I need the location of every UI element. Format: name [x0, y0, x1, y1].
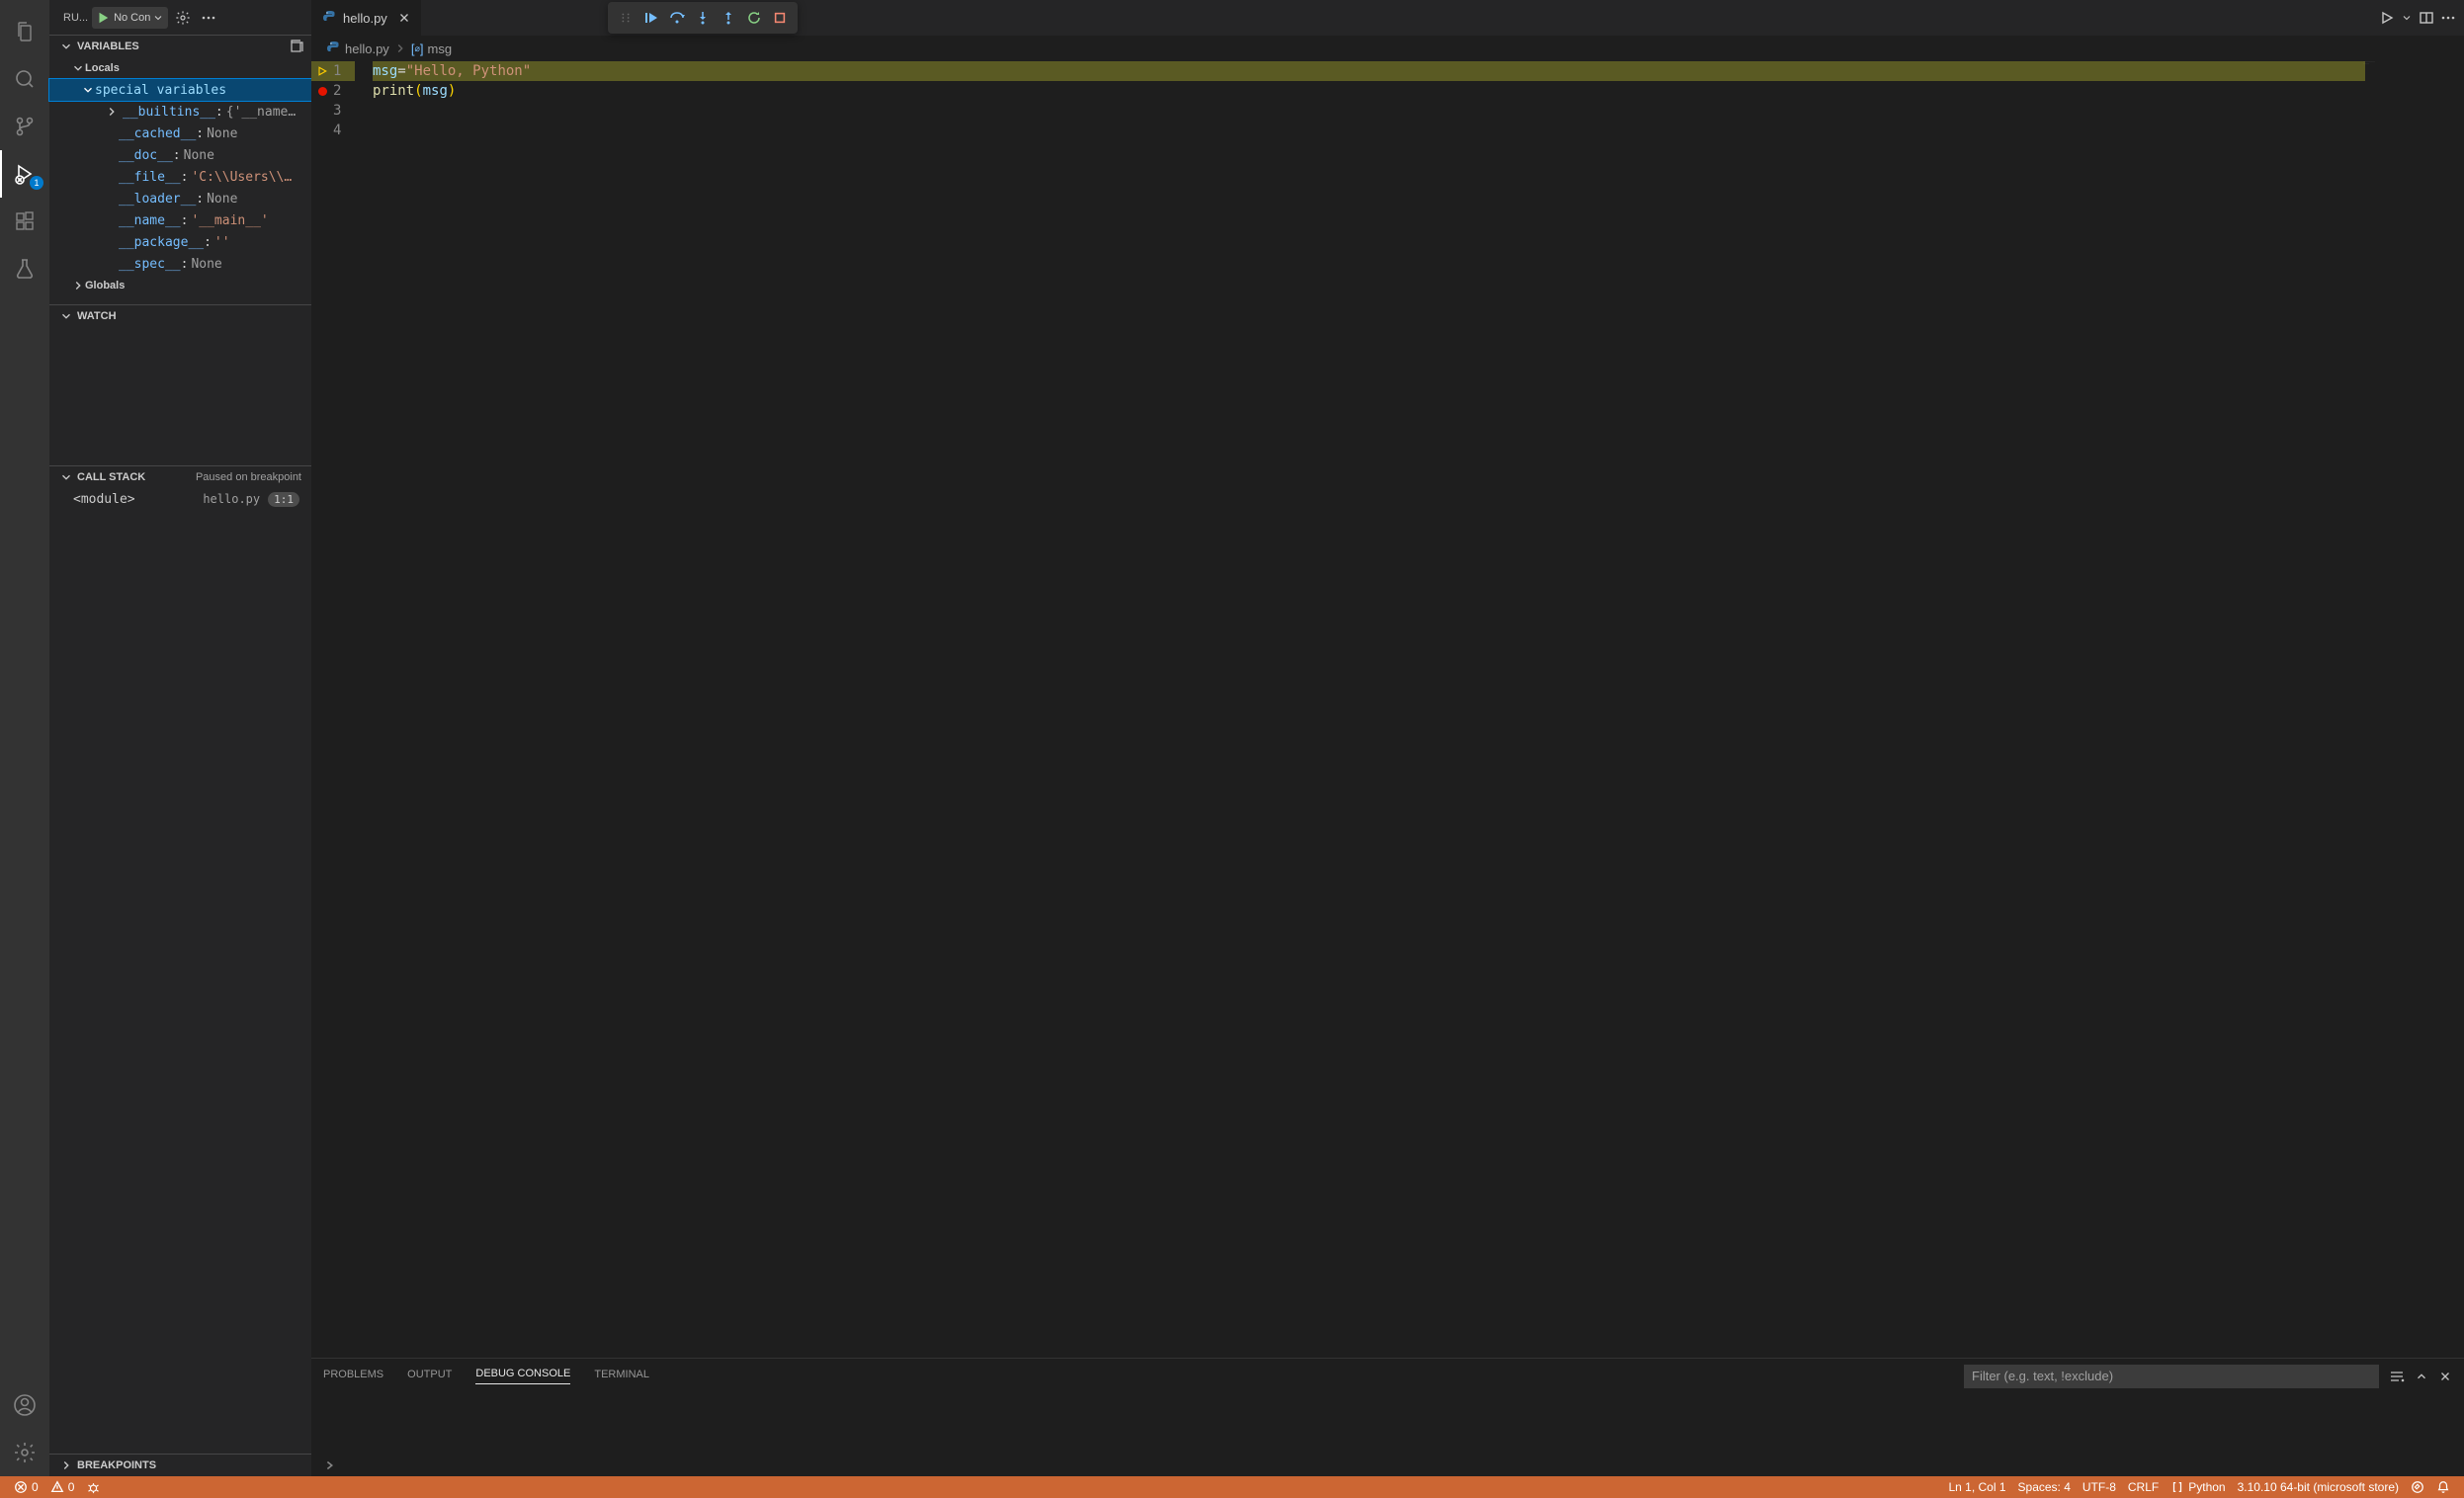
close-icon[interactable] — [397, 11, 411, 25]
stack-frame[interactable]: <module> hello.py 1:1 — [49, 488, 311, 510]
chevron-right-icon — [59, 1458, 73, 1472]
status-lncol[interactable]: Ln 1, Col 1 — [1942, 1480, 2011, 1494]
callstack-status: Paused on breakpoint — [196, 471, 301, 483]
panel: PROBLEMS OUTPUT DEBUG CONSOLE TERMINAL — [311, 1358, 2464, 1476]
chevron-down-icon — [71, 61, 85, 75]
extensions-icon[interactable] — [0, 198, 49, 245]
execution-pointer-icon — [316, 65, 328, 77]
scope-globals[interactable]: Globals — [49, 275, 311, 296]
status-warnings[interactable]: 0 — [44, 1476, 81, 1498]
debug-toolbar[interactable] — [608, 2, 798, 34]
status-bar: 0 0 Ln 1, Col 1 Spaces: 4 UTF-8 CRLF Pyt… — [0, 1476, 2464, 1498]
activity-bar: 1 — [0, 0, 49, 1476]
debug-sidebar: RU... No Con VARIABLES Locals s — [49, 0, 311, 1476]
var-loader[interactable]: __loader__:None — [49, 188, 311, 209]
more-icon[interactable] — [198, 7, 219, 29]
watch-body — [49, 327, 311, 465]
status-eol[interactable]: CRLF — [2122, 1480, 2165, 1494]
callstack-section-header[interactable]: CALL STACK Paused on breakpoint — [49, 466, 311, 488]
step-over-button[interactable] — [665, 6, 689, 30]
status-errors[interactable]: 0 — [8, 1476, 44, 1498]
chevron-down-icon — [81, 83, 95, 97]
var-cached[interactable]: __cached__:None — [49, 123, 311, 144]
run-icon[interactable] — [2379, 10, 2395, 26]
step-out-button[interactable] — [717, 6, 740, 30]
step-into-button[interactable] — [691, 6, 715, 30]
play-icon — [96, 11, 110, 25]
run-config-dropdown[interactable]: No Con — [92, 7, 168, 29]
variable-symbol-icon: [⌀] — [411, 42, 424, 56]
status-interpreter[interactable]: 3.10.10 64-bit (microsoft store) — [2232, 1480, 2405, 1494]
status-language[interactable]: Python — [2165, 1480, 2231, 1494]
python-file-icon — [325, 41, 341, 56]
split-editor-icon[interactable] — [2419, 10, 2434, 26]
run-debug-icon[interactable]: 1 — [0, 150, 49, 198]
var-name[interactable]: __name__:'__main__' — [49, 209, 311, 231]
debug-badge: 1 — [30, 176, 43, 190]
chevron-down-icon[interactable] — [2401, 12, 2413, 24]
watch-section-header[interactable]: WATCH — [49, 305, 311, 327]
chevron-down-icon — [59, 40, 73, 53]
chevron-down-icon — [59, 309, 73, 323]
variables-section-header[interactable]: VARIABLES — [49, 36, 311, 57]
status-bell-icon[interactable] — [2430, 1480, 2456, 1494]
python-file-icon — [321, 10, 337, 26]
breakpoint-icon[interactable] — [318, 87, 327, 96]
var-package[interactable]: __package__:'' — [49, 231, 311, 253]
chevron-down-icon — [152, 12, 164, 24]
editor-body[interactable]: 1 2 3 4 msg = "Hello, Python" print(msg)… — [311, 61, 2464, 1358]
var-file[interactable]: __file__:'C:\\Users\\… — [49, 166, 311, 188]
continue-button[interactable] — [639, 6, 663, 30]
tab-debug-console[interactable]: DEBUG CONSOLE — [475, 1368, 570, 1384]
more-icon[interactable] — [2440, 10, 2456, 26]
clear-console-icon[interactable] — [2389, 1369, 2405, 1384]
status-debug-icon[interactable] — [80, 1476, 107, 1498]
scope-locals[interactable]: Locals — [49, 57, 311, 79]
restart-button[interactable] — [742, 6, 766, 30]
chevron-up-icon[interactable] — [2415, 1370, 2428, 1383]
close-panel-icon[interactable] — [2438, 1370, 2452, 1383]
chevron-right-icon — [71, 279, 85, 292]
editor-area: hello.py hello.py [⌀] msg — [311, 0, 2464, 1476]
tab-output[interactable]: OUTPUT — [407, 1369, 452, 1384]
sidebar-title: RU... — [63, 12, 88, 24]
stop-button[interactable] — [768, 6, 792, 30]
settings-gear-icon[interactable] — [0, 1429, 49, 1476]
status-feedback-icon[interactable] — [2405, 1480, 2430, 1494]
status-spaces[interactable]: Spaces: 4 — [2012, 1480, 2077, 1494]
configure-icon[interactable] — [172, 7, 194, 29]
breadcrumb[interactable]: hello.py [⌀] msg — [311, 36, 2464, 61]
status-encoding[interactable]: UTF-8 — [2077, 1480, 2122, 1494]
chevron-right-icon — [105, 105, 119, 119]
minimap[interactable]: ––––––––––––––– — [2363, 61, 2452, 65]
chevron-down-icon — [59, 470, 73, 484]
var-builtins[interactable]: __builtins__:{'__name… — [49, 101, 311, 123]
testing-icon[interactable] — [0, 245, 49, 292]
search-icon[interactable] — [0, 55, 49, 103]
drag-handle-icon[interactable] — [614, 6, 637, 30]
filter-input[interactable] — [1964, 1365, 2379, 1388]
collapse-all-icon[interactable] — [288, 39, 303, 54]
prompt-icon[interactable] — [323, 1458, 337, 1472]
chevron-right-icon — [393, 42, 407, 55]
tab-terminal[interactable]: TERMINAL — [594, 1369, 649, 1384]
tab-problems[interactable]: PROBLEMS — [323, 1369, 383, 1384]
stack-location: 1:1 — [268, 492, 299, 507]
special-variables-row[interactable]: special variables — [49, 79, 311, 101]
source-control-icon[interactable] — [0, 103, 49, 150]
accounts-icon[interactable] — [0, 1381, 49, 1429]
var-doc[interactable]: __doc__:None — [49, 144, 311, 166]
line-gutter: 1 2 3 4 — [333, 61, 373, 1358]
tab-hello-py[interactable]: hello.py — [311, 0, 422, 36]
explorer-icon[interactable] — [0, 8, 49, 55]
var-spec[interactable]: __spec__:None — [49, 253, 311, 275]
breakpoints-section-header[interactable]: BREAKPOINTS — [49, 1455, 311, 1476]
